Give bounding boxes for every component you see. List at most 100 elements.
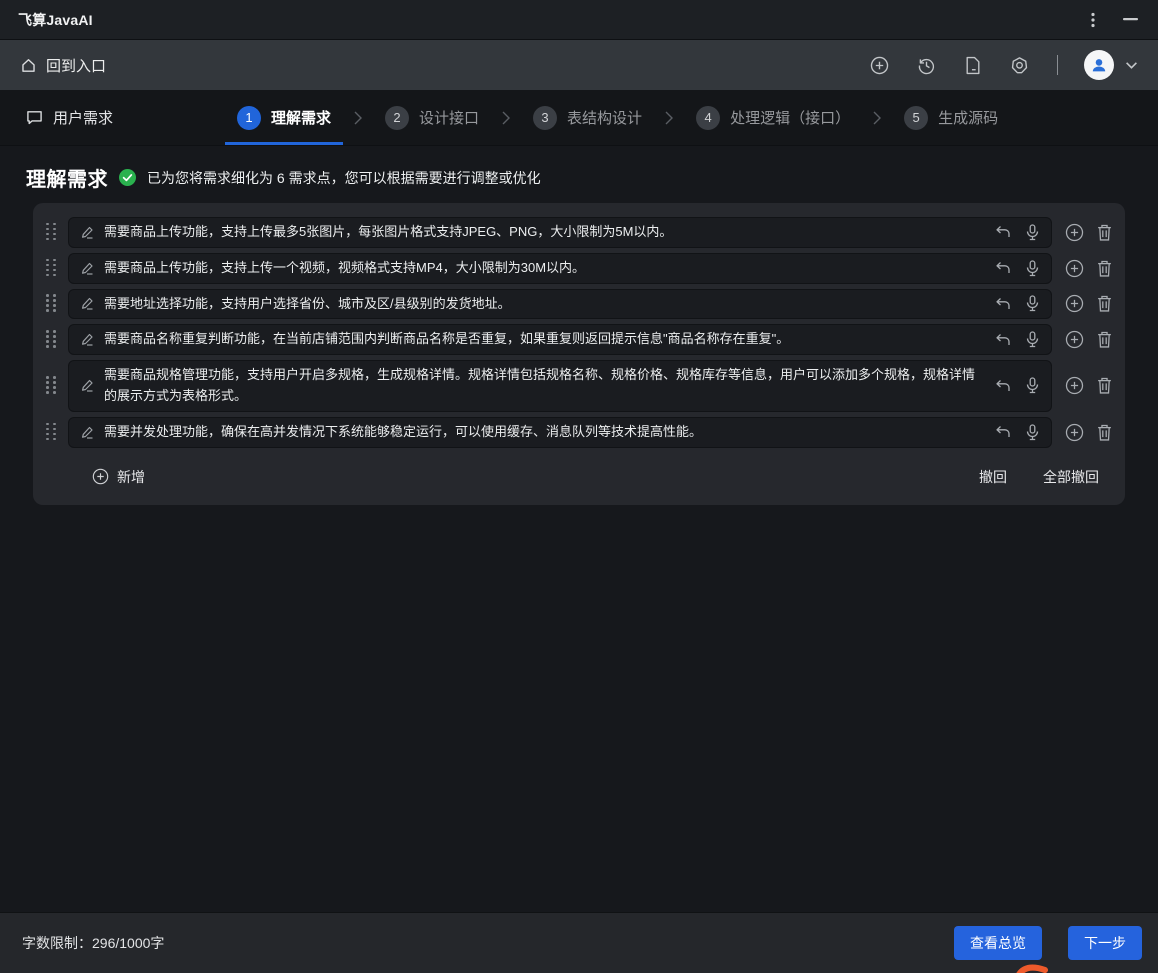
voice-input-button[interactable] (1026, 224, 1039, 241)
drag-handle-icon[interactable] (46, 422, 61, 442)
requirement-row: 需要并发处理功能，确保在高并发情况下系统能够稳定运行，可以使用缓存、消息队列等技… (43, 416, 1112, 448)
panel-footer: 新增 撤回 全部撤回 (43, 453, 1112, 499)
comment-icon (27, 111, 42, 125)
add-row-button[interactable] (1065, 330, 1084, 349)
step-chevron-icon (872, 90, 882, 145)
requirement-input[interactable]: 需要商品名称重复判断功能，在当前店铺范围内判断商品名称是否重复，如果重复则返回提… (68, 324, 1052, 356)
chevron-down-icon (1126, 61, 1137, 69)
app-title: 飞算JavaAI (18, 11, 93, 28)
requirement-row: 需要商品名称重复判断功能，在当前店铺范围内判断商品名称是否重复，如果重复则返回提… (43, 324, 1112, 356)
delete-row-button[interactable] (1097, 295, 1112, 313)
window-controls (1089, 10, 1140, 30)
history-button[interactable] (915, 54, 938, 77)
steps: 1 理解需求 2 设计接口 3 表结构设计 4 处理逻辑（接口） 5 生成源码 (225, 90, 1010, 145)
account-menu-button[interactable] (1123, 59, 1140, 72)
requirement-row: 需要商品规格管理功能，支持用户开启多规格，生成规格详情。规格详情包括规格名称、规… (43, 360, 1112, 412)
edit-pencil-icon (80, 296, 95, 311)
plus-circle-icon (92, 468, 109, 485)
undo-all-button[interactable]: 全部撤回 (1043, 467, 1099, 487)
step-4-processing-logic[interactable]: 4 处理逻辑（接口） (684, 90, 862, 145)
voice-input-button[interactable] (1026, 424, 1039, 441)
step-chevron-icon (353, 90, 363, 145)
plus-circle-icon (870, 56, 889, 74)
step-3-table-structure[interactable]: 3 表结构设计 (521, 90, 654, 145)
edit-pencil-icon (80, 425, 95, 440)
requirement-input[interactable]: 需要商品上传功能，支持上传一个视频，视频格式支持MP4，大小限制为30M以内。 (68, 252, 1052, 284)
add-row-button[interactable] (1065, 294, 1084, 313)
content-header: 理解需求 已为您将需求细化为 6 需求点，您可以根据需要进行调整或优化 (26, 163, 1132, 192)
home-icon (22, 58, 35, 72)
add-row-button[interactable] (1065, 223, 1084, 242)
avatar[interactable] (1084, 50, 1114, 80)
requirement-input[interactable]: 需要商品规格管理功能，支持用户开启多规格，生成规格详情。规格详情包括规格名称、规… (68, 360, 1052, 412)
toolbar-actions (868, 50, 1140, 80)
success-check-icon (119, 169, 136, 186)
undo-item-button[interactable] (995, 333, 1011, 347)
app-window: 飞算JavaAI 回到入口 用户需求 1 理解需求 2 设计接口 3 表结构设计… (0, 0, 1158, 973)
drag-handle-icon[interactable] (46, 330, 61, 349)
delete-row-button[interactable] (1097, 377, 1112, 395)
requirement-input[interactable]: 需要地址选择功能，支持用户选择省份、城市及区/县级别的发货地址。 (68, 288, 1052, 320)
next-step-button[interactable]: 下一步 (1068, 926, 1142, 960)
status-message: 已为您将需求细化为 6 需求点，您可以根据需要进行调整或优化 (147, 169, 541, 186)
view-overview-button[interactable]: 查看总览 (954, 926, 1042, 960)
decorative-orange-shape (1016, 964, 1048, 973)
add-row-button[interactable] (1065, 376, 1084, 395)
minimize-button[interactable] (1121, 16, 1140, 23)
drag-handle-icon[interactable] (46, 294, 61, 313)
delete-row-button[interactable] (1097, 424, 1112, 441)
edit-pencil-icon (80, 225, 95, 240)
edit-pencil-icon (80, 378, 95, 393)
requirement-text: 需要商品上传功能，支持上传最多5张图片，每张图片格式支持JPEG、PNG，大小限… (104, 224, 673, 239)
drag-handle-icon[interactable] (46, 258, 61, 278)
edit-pencil-icon (80, 332, 95, 347)
delete-row-button[interactable] (1097, 260, 1112, 277)
history-icon (918, 58, 935, 74)
drag-handle-icon[interactable] (46, 222, 61, 242)
drag-handle-icon[interactable] (46, 376, 61, 395)
undo-button[interactable]: 撤回 (979, 467, 1007, 487)
voice-input-button[interactable] (1026, 295, 1039, 312)
gear-icon (1011, 56, 1028, 73)
requirement-text: 需要商品名称重复判断功能，在当前店铺范围内判断商品名称是否重复，如果重复则返回提… (104, 331, 790, 347)
step-1-understand-requirements[interactable]: 1 理解需求 (225, 90, 344, 145)
requirement-input[interactable]: 需要商品上传功能，支持上传最多5张图片，每张图片格式支持JPEG、PNG，大小限… (68, 217, 1052, 248)
toolbar: 回到入口 (0, 40, 1158, 90)
step-5-generate-source[interactable]: 5 生成源码 (892, 90, 1010, 145)
page-title: 理解需求 (26, 169, 108, 191)
undo-item-button[interactable] (995, 379, 1011, 393)
delete-row-button[interactable] (1097, 331, 1112, 348)
back-to-entry-button[interactable]: 回到入口 (20, 55, 106, 76)
requirement-row: 需要地址选择功能，支持用户选择省份、城市及区/县级别的发货地址。 (43, 288, 1112, 320)
settings-button[interactable] (1008, 54, 1031, 77)
step-2-design-api[interactable]: 2 设计接口 (373, 90, 491, 145)
vertical-ellipsis-icon (1091, 12, 1095, 27)
document-button[interactable] (962, 54, 984, 77)
person-icon (1092, 59, 1106, 72)
delete-row-button[interactable] (1097, 224, 1112, 241)
step-chevron-icon (501, 90, 511, 145)
voice-input-button[interactable] (1026, 377, 1039, 394)
voice-input-button[interactable] (1026, 331, 1039, 348)
voice-input-button[interactable] (1026, 260, 1039, 277)
edit-pencil-icon (80, 261, 95, 276)
undo-item-button[interactable] (995, 261, 1011, 275)
tab-user-requirements[interactable]: 用户需求 (26, 90, 113, 145)
undo-item-button[interactable] (995, 225, 1011, 239)
undo-item-button[interactable] (995, 425, 1011, 439)
add-row-button[interactable] (1065, 259, 1084, 278)
toolbar-divider (1057, 55, 1058, 75)
more-menu-button[interactable] (1089, 10, 1097, 30)
requirement-input[interactable]: 需要并发处理功能，确保在高并发情况下系统能够稳定运行，可以使用缓存、消息队列等技… (68, 416, 1052, 448)
add-row-button[interactable] (1065, 423, 1084, 442)
requirement-text: 需要商品规格管理功能，支持用户开启多规格，生成规格详情。规格详情包括规格名称、规… (104, 367, 976, 403)
step-navigation: 用户需求 1 理解需求 2 设计接口 3 表结构设计 4 处理逻辑（接口） 5 … (0, 90, 1158, 146)
requirement-text: 需要并发处理功能，确保在高并发情况下系统能够稳定运行，可以使用缓存、消息队列等技… (104, 423, 703, 439)
add-requirement-button[interactable]: 新增 (92, 467, 145, 487)
new-session-button[interactable] (868, 54, 891, 77)
step-chevron-icon (664, 90, 674, 145)
file-icon (966, 56, 980, 74)
undo-item-button[interactable] (995, 297, 1011, 311)
requirement-row: 需要商品上传功能，支持上传最多5张图片，每张图片格式支持JPEG、PNG，大小限… (43, 217, 1112, 248)
requirement-text: 需要商品上传功能，支持上传一个视频，视频格式支持MP4，大小限制为30M以内。 (104, 259, 586, 275)
